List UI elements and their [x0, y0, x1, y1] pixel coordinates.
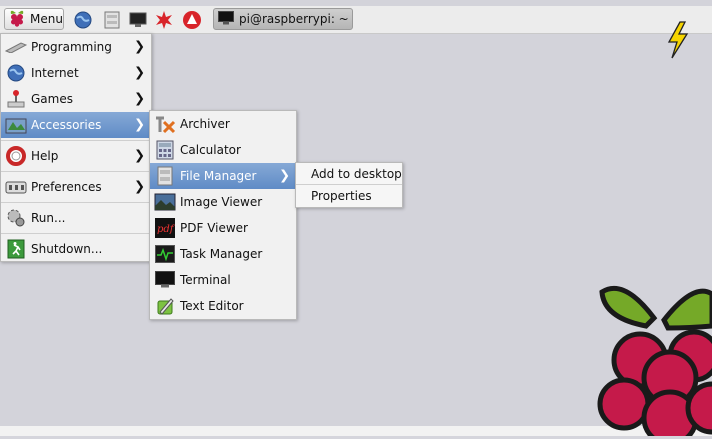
- menu-item-label: Archiver: [180, 117, 230, 131]
- taskbar: Menu pi@raspberrypi: ~: [0, 6, 712, 34]
- terminal-icon: [218, 10, 234, 28]
- menu-item-internet[interactable]: Internet ❯: [1, 60, 151, 86]
- menu-item-programming[interactable]: Programming ❯: [1, 34, 151, 60]
- menu-item-label: Calculator: [180, 143, 241, 157]
- menu-item-games[interactable]: Games ❯: [1, 86, 151, 112]
- calculator-icon: [154, 140, 176, 160]
- menu-item-preferences[interactable]: Preferences ❯: [1, 174, 151, 200]
- menu-item-label: Properties: [311, 188, 372, 203]
- menu-item-label: Run...: [31, 211, 66, 225]
- mathematica-icon[interactable]: [182, 10, 202, 30]
- image-viewer-icon: [154, 192, 176, 212]
- menu-item-label: Accessories: [31, 118, 102, 132]
- raspberry-pi-logo: [594, 278, 712, 439]
- menu-item-label: PDF Viewer: [180, 221, 248, 235]
- terminal-window-button[interactable]: pi@raspberrypi: ~: [213, 8, 353, 30]
- run-icon: [5, 208, 27, 228]
- menu-item-label: Help: [31, 149, 59, 163]
- main-menu: Programming ❯ Internet ❯ Games ❯ Accesso…: [0, 33, 152, 262]
- menu-item-label: Shutdown...: [31, 242, 103, 256]
- menu-item-properties[interactable]: Properties: [296, 185, 402, 206]
- menu-button[interactable]: Menu: [4, 8, 64, 30]
- menu-item-text-editor[interactable]: Text Editor: [150, 293, 296, 319]
- text-editor-icon: [154, 296, 176, 316]
- chevron-right-icon: ❯: [134, 117, 145, 133]
- chevron-right-icon: ❯: [134, 65, 145, 81]
- chevron-right-icon: ❯: [134, 91, 145, 107]
- menu-item-terminal[interactable]: Terminal: [150, 267, 296, 293]
- menu-item-label: Internet: [31, 66, 79, 80]
- terminal-icon[interactable]: [128, 10, 148, 30]
- menu-item-run[interactable]: Run...: [1, 205, 151, 231]
- menu-item-help[interactable]: Help ❯: [1, 143, 151, 169]
- svg-text:pdf: pdf: [157, 224, 175, 235]
- menu-item-label: Add to desktop: [311, 166, 402, 181]
- menu-item-label: Image Viewer: [180, 195, 263, 209]
- lightning-icon: [664, 20, 692, 60]
- chevron-right-icon: ❯: [134, 148, 145, 164]
- games-icon: [5, 89, 27, 109]
- menu-item-label: File Manager: [180, 169, 257, 183]
- file-manager-icon: [154, 166, 176, 186]
- raspberry-menu-icon: [8, 9, 26, 30]
- help-icon: [5, 146, 27, 166]
- menu-separator: [1, 202, 151, 203]
- menu-separator: [1, 140, 151, 141]
- window-button-label: pi@raspberrypi: ~: [239, 12, 349, 26]
- file-manager-icon[interactable]: [102, 10, 122, 30]
- menu-item-label: Programming: [31, 40, 112, 54]
- menu-item-label: Games: [31, 92, 73, 106]
- menu-item-calculator[interactable]: Calculator: [150, 137, 296, 163]
- menu-item-label: Text Editor: [180, 299, 244, 313]
- menu-item-task-manager[interactable]: Task Manager: [150, 241, 296, 267]
- menu-item-add-to-desktop[interactable]: Add to desktop: [296, 163, 402, 184]
- shutdown-icon: [5, 239, 27, 259]
- menu-item-label: Preferences: [31, 180, 102, 194]
- chevron-right-icon: ❯: [134, 39, 145, 55]
- terminal-icon: [154, 270, 176, 290]
- file-manager-context-menu: Add to desktop Properties: [295, 162, 403, 208]
- menu-separator: [1, 233, 151, 234]
- task-manager-icon: [154, 244, 176, 264]
- menu-button-label: Menu: [30, 12, 63, 26]
- accessories-submenu: Archiver Calculator File Manager ❯ Image…: [149, 110, 297, 320]
- accessories-icon: [5, 115, 27, 135]
- chevron-right-icon: ❯: [279, 168, 290, 184]
- wolfram-icon[interactable]: [154, 10, 174, 30]
- preferences-icon: [5, 177, 27, 197]
- menu-item-accessories[interactable]: Accessories ❯: [1, 112, 151, 138]
- menu-item-file-manager[interactable]: File Manager ❯: [150, 163, 296, 189]
- chevron-right-icon: ❯: [134, 179, 145, 195]
- internet-icon: [5, 63, 27, 83]
- menu-item-label: Terminal: [180, 273, 231, 287]
- programming-icon: [5, 37, 27, 57]
- pdf-viewer-icon: pdf: [154, 218, 176, 238]
- menu-item-shutdown[interactable]: Shutdown...: [1, 236, 151, 262]
- menu-item-archiver[interactable]: Archiver: [150, 111, 296, 137]
- menu-separator: [1, 171, 151, 172]
- web-browser-icon[interactable]: [73, 10, 93, 30]
- archiver-icon: [154, 114, 176, 134]
- menu-item-label: Task Manager: [180, 247, 263, 261]
- menu-item-image-viewer[interactable]: Image Viewer: [150, 189, 296, 215]
- menu-item-pdf-viewer[interactable]: pdf PDF Viewer: [150, 215, 296, 241]
